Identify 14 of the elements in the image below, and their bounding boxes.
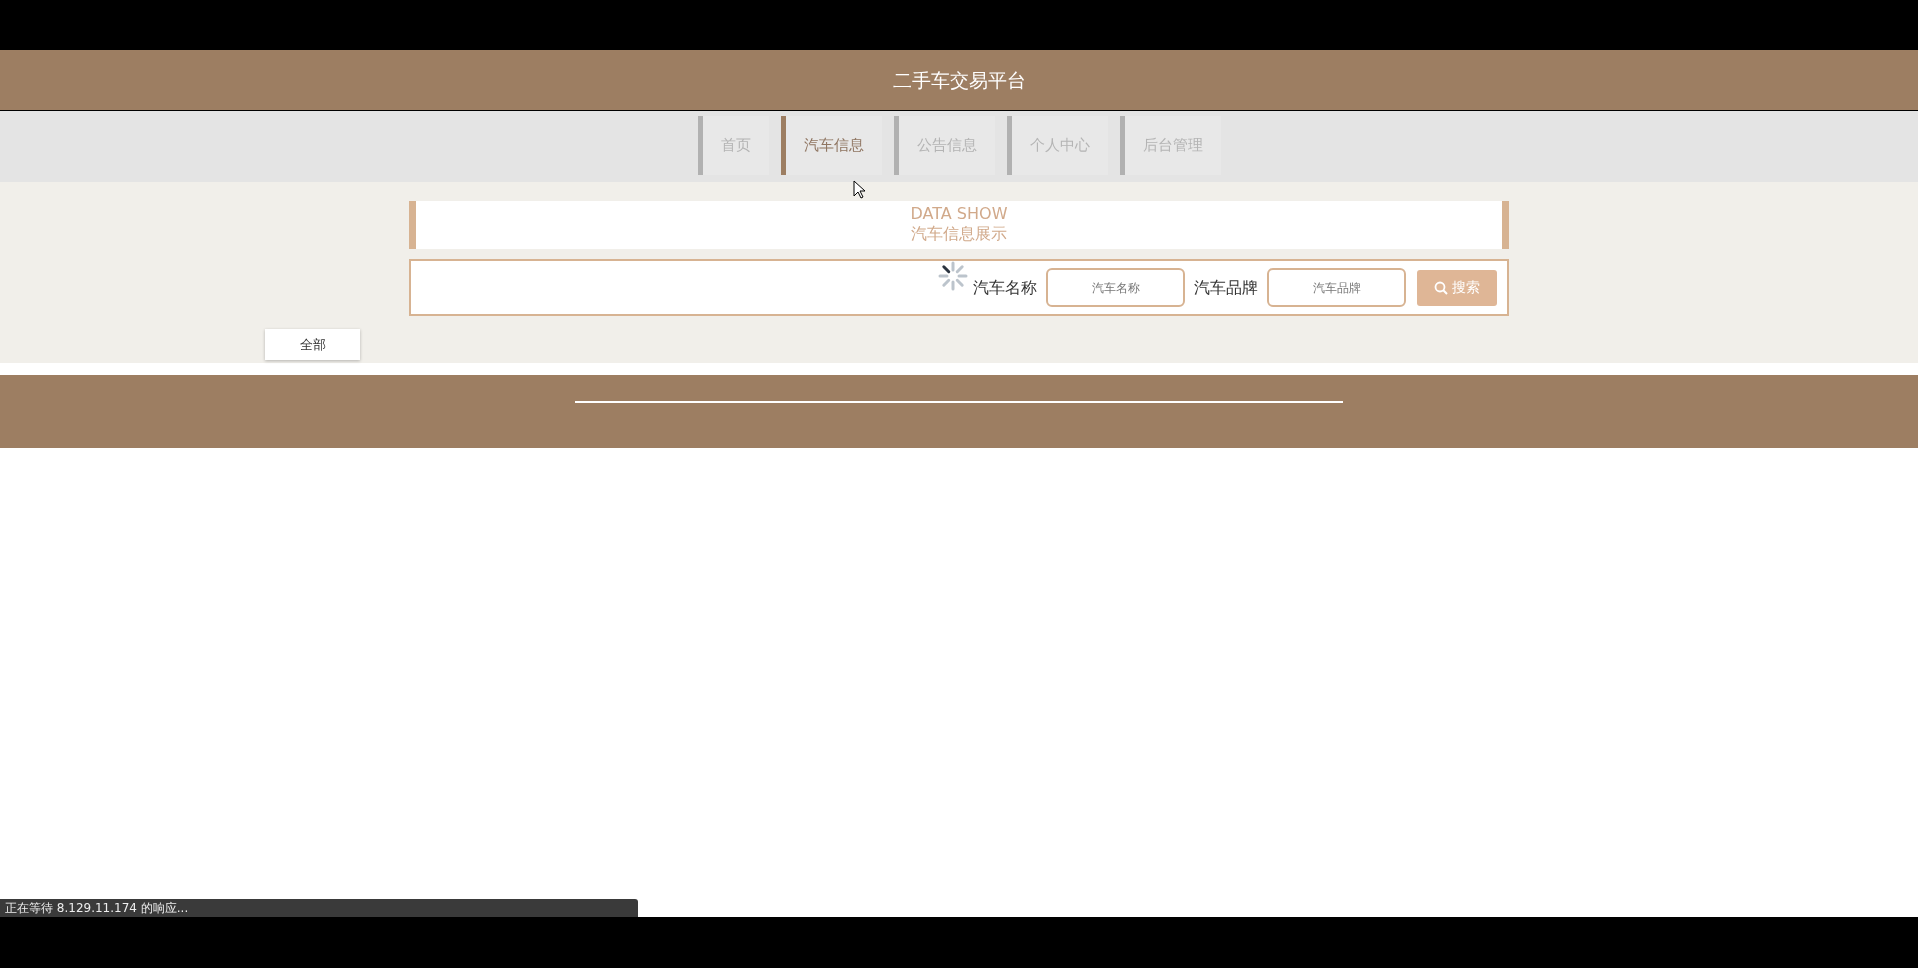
category-button[interactable]: 全部 (265, 329, 360, 360)
field-label: 汽车名称 (973, 276, 1037, 299)
field-label: 汽车品牌 (1194, 276, 1258, 299)
search-icon (1434, 280, 1448, 295)
banner-subtitle: 汽车信息展示 (911, 224, 1007, 244)
search-field[interactable]: 汽车名称 (1046, 268, 1185, 307)
search-button[interactable]: 搜索 (1417, 269, 1497, 306)
loading-spinner-icon (938, 261, 968, 291)
nav-tab[interactable]: 汽车信息 (780, 116, 882, 175)
mouse-cursor-icon (853, 180, 866, 199)
search-field[interactable]: 汽车品牌 (1267, 268, 1406, 307)
site-title: 二手车交易平台 (892, 67, 1026, 93)
banner-title: DATA SHOW (909, 204, 1009, 224)
status-bar: 正在等待 8.129.11.174 的响应... (0, 899, 638, 917)
